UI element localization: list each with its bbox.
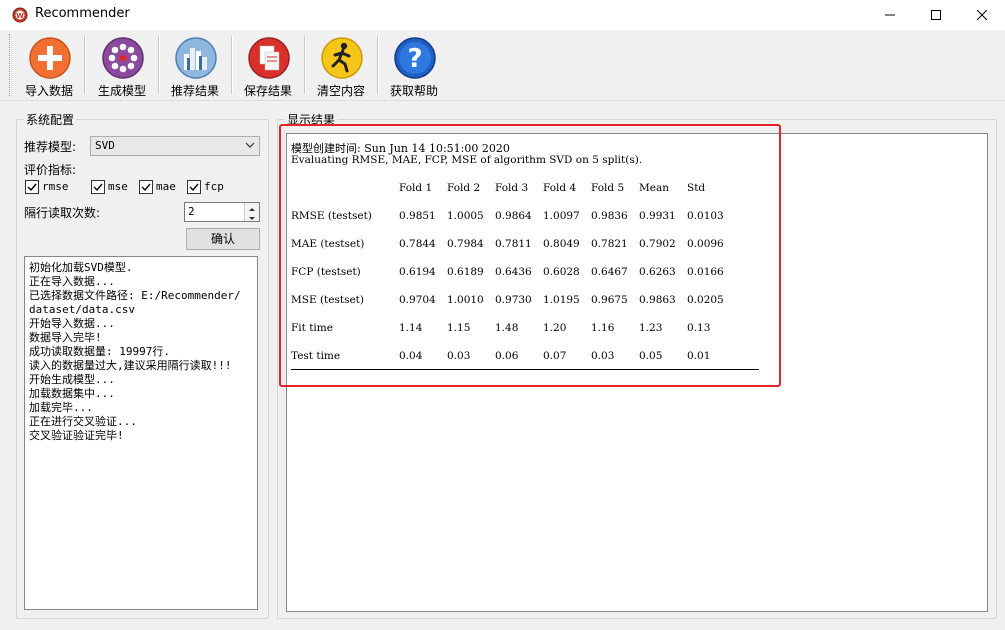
- interval-spinbox[interactable]: 2: [184, 202, 260, 222]
- log-line: 交叉验证验证完毕!: [29, 429, 124, 442]
- toolbar-grip[interactable]: [9, 34, 13, 96]
- checkmark-icon: [93, 183, 103, 192]
- toolbar: 导入数据 生成模型 推荐结果 保存结果 清空内容 ? 获取帮助: [0, 30, 1005, 101]
- checkmark-icon: [141, 183, 151, 192]
- minimize-button[interactable]: [867, 0, 913, 30]
- mse-label: mse: [108, 180, 128, 193]
- checkmark-icon: [189, 183, 199, 192]
- highlight-box: [279, 124, 781, 387]
- close-button[interactable]: [959, 0, 1005, 30]
- metrics-label: 评价指标:: [24, 163, 77, 177]
- get-help-button[interactable]: ? 获取帮助: [380, 34, 448, 98]
- model-label: 推荐模型:: [24, 140, 77, 154]
- log-line: 开始生成模型...: [29, 373, 115, 386]
- svg-text:?: ?: [407, 44, 422, 74]
- mae-label: mae: [156, 180, 176, 193]
- running-man-icon: [321, 37, 363, 79]
- save-result-button[interactable]: 保存结果: [234, 34, 302, 98]
- checkmark-icon: [27, 183, 37, 192]
- log-line: 数据导入完毕!: [29, 331, 102, 344]
- svg-text:W: W: [16, 12, 24, 20]
- log-line: 加载数据集中...: [29, 387, 115, 400]
- interval-label: 隔行读取次数:: [24, 206, 101, 220]
- model-select[interactable]: SVD: [90, 136, 260, 156]
- system-config-title: 系统配置: [24, 111, 77, 128]
- save-result-label: 保存结果: [243, 84, 292, 98]
- checkbox-box[interactable]: [91, 180, 105, 194]
- model-grid-icon: [102, 37, 144, 79]
- recommend-result-label: 推荐结果: [170, 84, 219, 98]
- get-help-label: 获取帮助: [389, 84, 438, 98]
- minimize-icon: [885, 14, 895, 16]
- spin-down-button[interactable]: [244, 212, 259, 221]
- log-line: 已选择数据文件路径: E:/Recommender/: [29, 289, 241, 302]
- log-line: 正在导入数据...: [29, 275, 115, 288]
- close-icon: [977, 10, 987, 20]
- maximize-button[interactable]: [913, 0, 959, 30]
- generate-model-button[interactable]: 生成模型: [88, 34, 156, 98]
- toolbar-divider: [158, 36, 160, 94]
- log-line: dataset/data.csv: [29, 303, 135, 316]
- checkbox-box[interactable]: [187, 180, 201, 194]
- save-document-icon: [248, 37, 290, 79]
- toolbar-divider: [304, 36, 306, 94]
- interval-value: 2: [188, 205, 195, 218]
- window-title: Recommender: [35, 6, 130, 21]
- log-line: 成功读取数据量: 19997行.: [29, 345, 170, 358]
- log-textarea[interactable]: 初始化加载SVD模型. 正在导入数据... 已选择数据文件路径: E:/Reco…: [24, 256, 258, 610]
- log-line: 正在进行交叉验证...: [29, 415, 137, 428]
- confirm-button[interactable]: 确认: [186, 228, 260, 250]
- title-bar[interactable]: W Recommender: [0, 0, 1005, 30]
- fcp-label: fcp: [204, 180, 224, 193]
- log-line: 开始导入数据...: [29, 317, 115, 330]
- rmse-label: rmse: [42, 180, 69, 193]
- help-question-icon: ?: [394, 37, 436, 79]
- clear-content-label: 清空内容: [316, 84, 365, 98]
- app-logo-icon: W: [12, 7, 28, 23]
- spin-up-button[interactable]: [244, 203, 259, 212]
- import-data-button[interactable]: 导入数据: [15, 34, 83, 98]
- log-line: 初始化加载SVD模型.: [29, 261, 133, 274]
- clear-content-button[interactable]: 清空内容: [307, 34, 375, 98]
- checkbox-box[interactable]: [139, 180, 153, 194]
- log-line: 读入的数据量过大,建议采用隔行读取!!!: [29, 359, 232, 372]
- model-select-value: SVD: [95, 139, 115, 152]
- chevron-down-icon: [249, 217, 255, 220]
- log-line: 加载完毕...: [29, 401, 93, 414]
- toolbar-divider: [231, 36, 233, 94]
- bar-chart-icon: [175, 37, 217, 79]
- toolbar-divider: [84, 36, 86, 94]
- chevron-down-icon: [245, 142, 255, 148]
- generate-model-label: 生成模型: [97, 84, 146, 98]
- maximize-icon: [931, 10, 941, 20]
- checkbox-box[interactable]: [25, 180, 39, 194]
- plus-icon: [29, 37, 71, 79]
- import-data-label: 导入数据: [24, 84, 73, 98]
- toolbar-divider: [377, 36, 379, 94]
- recommend-result-button[interactable]: 推荐结果: [161, 34, 229, 98]
